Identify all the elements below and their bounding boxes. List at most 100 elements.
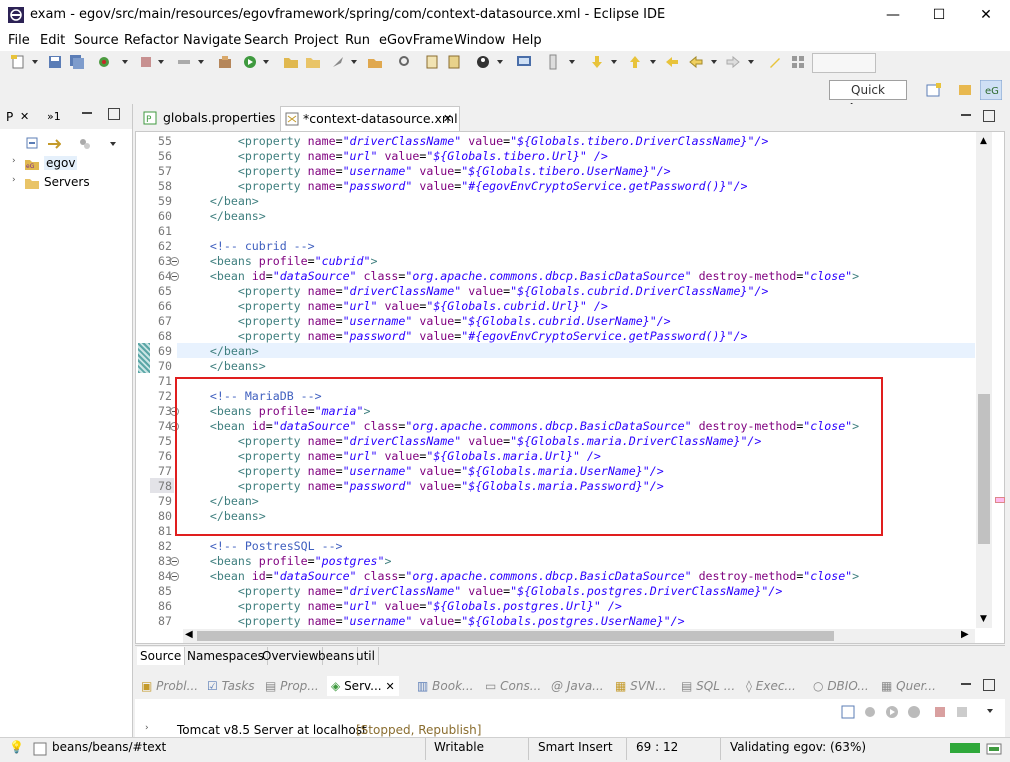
tab-source[interactable]: Source (137, 647, 186, 665)
stop-server-icon[interactable] (933, 705, 947, 719)
quick-access-field[interactable]: Quick Access (829, 80, 907, 115)
chevron-right-icon[interactable]: › (145, 723, 149, 733)
link-editor-icon[interactable] (47, 137, 61, 151)
code-line[interactable]: <beans profile="cubrid"> (182, 254, 378, 268)
tab-servers[interactable]: ◈ Serv... ✕ (327, 676, 399, 696)
code-line[interactable]: <bean id="dataSource" class="org.apache.… (182, 569, 859, 583)
build-icon[interactable] (424, 54, 440, 70)
tab-problems[interactable]: ▣ Probl... (141, 676, 198, 696)
tab-sql[interactable]: ▤ SQL ... (681, 676, 735, 696)
fold-toggle-icon[interactable] (170, 257, 179, 266)
tab-bookmarks[interactable]: ▥ Book... (417, 676, 473, 696)
minimize-view-icon[interactable] (82, 112, 92, 114)
menu-navigate[interactable]: Navigate (183, 33, 241, 48)
marker-icon[interactable] (545, 54, 561, 70)
code-line[interactable]: <property name="driverClassName" value="… (182, 134, 769, 148)
scroll-right-icon[interactable]: ▶ (961, 629, 969, 640)
maximize-editor-icon[interactable] (983, 110, 995, 122)
scroll-down-icon[interactable]: ▼ (980, 614, 987, 624)
tab-util[interactable]: util (353, 647, 379, 665)
scroll-left-icon[interactable]: ◀ (185, 629, 193, 640)
grid-icon[interactable] (790, 54, 806, 70)
tab-hierarchy[interactable]: »1 (47, 110, 61, 123)
code-line[interactable]: </bean> (182, 194, 259, 208)
tab-javadoc[interactable]: @ Java... (551, 676, 604, 696)
tab-package-explorer[interactable]: P (6, 110, 13, 124)
tab-globals-properties[interactable]: P globals.properties (139, 106, 279, 130)
scroll-up-icon[interactable]: ▲ (980, 136, 987, 146)
code-line[interactable]: <property name="username" value="${Globa… (182, 164, 671, 178)
code-line[interactable]: <bean id="dataSource" class="org.apache.… (182, 269, 859, 283)
code-line[interactable]: <property name="password" value="#{egovE… (182, 329, 748, 343)
collapse-all-icon[interactable] (26, 137, 40, 151)
tab-tasks[interactable]: ☑ Tasks (207, 676, 254, 696)
close-button[interactable]: ✕ (963, 0, 1009, 31)
save-icon[interactable] (47, 54, 63, 70)
search-tool-icon[interactable] (397, 54, 413, 70)
back-icon[interactable] (688, 54, 704, 70)
tab-namespaces[interactable]: Namespaces (184, 647, 268, 665)
code-line[interactable]: <!-- PostresSQL --> (182, 539, 343, 553)
vertical-scrollbar[interactable]: ▲ ▼ (976, 132, 992, 628)
chevron-right-icon[interactable]: › (12, 175, 16, 185)
tab-svn[interactable]: ▦ SVN... (615, 676, 666, 696)
code-line[interactable]: <property name="url" value="${Globals.ti… (182, 149, 608, 163)
tab-console[interactable]: ▭ Cons... (485, 676, 541, 696)
horizontal-scroll-thumb[interactable] (197, 631, 834, 641)
menu-refactor[interactable]: Refactor (124, 33, 179, 48)
run-icon[interactable] (242, 54, 258, 70)
tab-properties[interactable]: ▤ Prop... (265, 676, 319, 696)
code-line[interactable]: <property name="driverClassName" value="… (182, 584, 783, 598)
next-annotation-icon[interactable] (589, 54, 605, 70)
stop-icon[interactable] (138, 54, 154, 70)
code-line[interactable]: <!-- cubrid --> (182, 239, 315, 253)
rocket-icon[interactable] (330, 54, 346, 70)
code-line[interactable]: </beans> (182, 209, 266, 223)
menu-window[interactable]: Window (454, 33, 505, 48)
code-line[interactable]: </bean> (182, 344, 259, 358)
code-line[interactable]: <beans profile="postgres"> (182, 554, 392, 568)
open-perspective-icon[interactable] (926, 82, 942, 98)
profile-server-icon[interactable] (907, 705, 921, 719)
profile-icon[interactable] (475, 54, 491, 70)
fold-toggle-icon[interactable] (170, 557, 179, 566)
clipboard-icon[interactable] (446, 54, 462, 70)
server-entry[interactable]: Tomcat v8.5 Server at localhost (177, 723, 367, 737)
minimize-button[interactable]: — (870, 0, 916, 31)
forward-icon[interactable] (725, 54, 741, 70)
fold-toggle-icon[interactable] (170, 272, 179, 281)
code-line[interactable]: <property name="password" value="#{egovE… (182, 179, 748, 193)
maximize-button[interactable]: ☐ (916, 0, 962, 31)
minimize-editor-icon[interactable] (961, 114, 971, 116)
progress-bar[interactable] (950, 743, 980, 753)
prev-annotation-icon[interactable] (627, 54, 643, 70)
code-line[interactable]: <property name="url" value="${Globals.cu… (182, 299, 608, 313)
menu-file[interactable]: File (8, 33, 30, 48)
tab-context-datasource[interactable]: *context-datasource.xml ✕ (280, 106, 460, 131)
code-line[interactable]: <property name="username" value="${Globa… (182, 314, 671, 328)
debug-icon[interactable] (97, 54, 113, 70)
overview-marker[interactable] (995, 497, 1005, 503)
menu-run[interactable]: Run (345, 33, 370, 48)
tab-dbio[interactable]: ○ DBIO... (813, 676, 869, 696)
tab-overview[interactable]: Overview (259, 647, 323, 665)
chevron-right-icon[interactable]: › (12, 156, 16, 166)
close-icon[interactable]: ✕ (20, 110, 29, 123)
open-project-icon[interactable] (283, 54, 299, 70)
egov-perspective-icon[interactable]: eG (980, 80, 1002, 100)
maximize-panel-icon[interactable] (983, 679, 995, 691)
open-folder-icon[interactable] (305, 54, 321, 70)
close-icon[interactable]: ✕ (443, 107, 452, 131)
menu-help[interactable]: Help (512, 33, 542, 48)
menu-egovframe[interactable]: eGovFrame (379, 33, 453, 48)
tab-execution[interactable]: ◊ Exec... (746, 676, 796, 696)
code-line[interactable]: </beans> (182, 359, 266, 373)
package-icon[interactable] (367, 54, 383, 70)
debug-server-icon[interactable] (863, 705, 877, 719)
javaee-perspective-icon[interactable] (957, 82, 973, 98)
pin-editor-icon[interactable] (767, 54, 783, 70)
fold-toggle-icon[interactable] (170, 572, 179, 581)
menu-edit[interactable]: Edit (40, 33, 65, 48)
code-line[interactable]: <property name="username" value="${Globa… (182, 614, 685, 628)
new-icon[interactable] (10, 54, 26, 70)
